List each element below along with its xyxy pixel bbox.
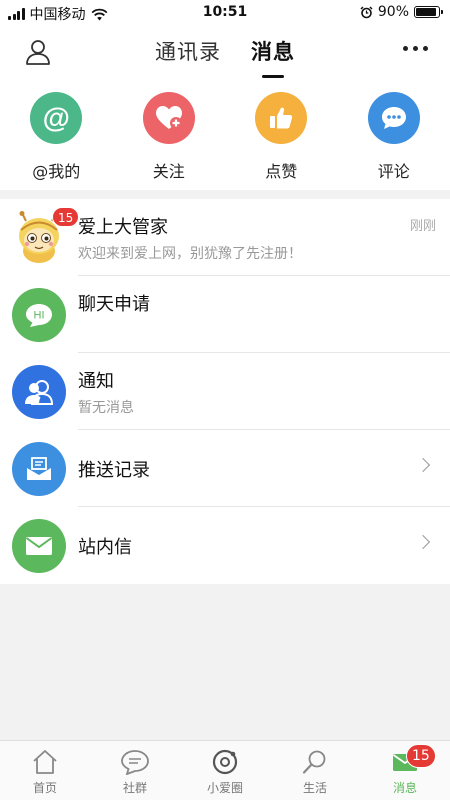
- list-item-push-history[interactable]: 推送记录: [0, 430, 450, 507]
- tab-messages[interactable]: 消息: [251, 36, 295, 80]
- home-icon: [33, 750, 57, 774]
- envelope-icon: [12, 518, 66, 573]
- chevron-right-icon: [415, 534, 431, 550]
- header-tabs: 通讯录 消息: [0, 36, 450, 80]
- message-title: 通知: [78, 371, 114, 392]
- message-list: 15 爱上大管家 欢迎来到爱上网，别犹豫了先注册！ 刚刚 HI 聊天申请 通知 …: [0, 199, 450, 584]
- bottom-nav: 首页 社群 小爱圈 生活 消息 15: [0, 740, 450, 800]
- quick-action-follow[interactable]: 关注: [113, 82, 226, 190]
- nav-home[interactable]: 首页: [0, 741, 90, 800]
- people-icon: [12, 364, 66, 419]
- message-title: 聊天申请: [78, 294, 150, 315]
- battery-percent: 90%: [377, 4, 409, 20]
- heart-plus-icon: [142, 92, 195, 144]
- at-icon: @: [30, 92, 83, 144]
- nav-community[interactable]: 社群: [90, 741, 180, 800]
- nav-life[interactable]: 生活: [270, 741, 360, 800]
- alarm-icon: [360, 5, 373, 18]
- message-title: 站内信: [78, 537, 132, 558]
- message-title: 推送记录: [78, 460, 150, 481]
- search-icon: [302, 750, 326, 774]
- list-item-chat-requests[interactable]: HI 聊天申请: [0, 276, 450, 353]
- list-item-inbox-mail[interactable]: 站内信: [0, 507, 450, 584]
- nav-label: 生活: [302, 781, 327, 795]
- list-item-notifications[interactable]: 通知 暂无消息: [0, 353, 450, 430]
- hi-chat-icon: HI: [12, 287, 66, 342]
- tab-contacts[interactable]: 通讯录: [155, 36, 221, 80]
- quick-actions: @ @我的 关注 点赞 评论: [0, 82, 450, 190]
- user-icon[interactable]: [24, 38, 52, 66]
- carrier-name: 中国移动: [29, 7, 86, 23]
- chevron-right-icon: [415, 457, 431, 473]
- chat-bubble-icon: [121, 750, 149, 775]
- nav-label: 首页: [32, 781, 57, 795]
- nav-circle[interactable]: 小爱圈: [180, 741, 270, 800]
- quick-action-label: 关注: [152, 162, 185, 181]
- quick-action-likes[interactable]: 点赞: [225, 82, 338, 190]
- nav-label: 消息: [392, 781, 417, 795]
- circle-logo-icon: [212, 749, 238, 775]
- message-preview: 暂无消息: [78, 400, 134, 416]
- chat-bubble-icon: [367, 92, 420, 144]
- quick-action-label: @我的: [32, 162, 81, 181]
- status-bar: 中国移动 10:51 90%: [0, 0, 450, 26]
- list-item-butler[interactable]: 15 爱上大管家 欢迎来到爱上网，别犹豫了先注册！ 刚刚: [0, 199, 450, 276]
- unread-badge: 15: [406, 744, 436, 768]
- thumbs-up-icon: [255, 92, 308, 144]
- svg-text:HI: HI: [34, 309, 45, 321]
- nav-messages[interactable]: 消息 15: [360, 741, 450, 800]
- nav-label: 社群: [122, 781, 147, 795]
- wifi-icon: [91, 8, 107, 20]
- quick-action-mentions[interactable]: @ @我的: [0, 82, 113, 190]
- quick-action-label: 点赞: [265, 162, 298, 181]
- message-time: 刚刚: [409, 219, 436, 234]
- unread-badge: 15: [52, 207, 80, 227]
- message-preview: 欢迎来到爱上网，别犹豫了先注册！: [78, 246, 302, 262]
- more-icon[interactable]: [403, 46, 428, 51]
- nav-label: 小爱圈: [206, 781, 243, 795]
- message-title: 爱上大管家: [78, 217, 168, 238]
- quick-action-label: 评论: [377, 162, 410, 181]
- battery-icon: [414, 6, 443, 18]
- signal-icon: [8, 8, 25, 20]
- quick-action-comments[interactable]: 评论: [338, 82, 450, 190]
- inbox-icon: [12, 441, 66, 496]
- top-header: 通讯录 消息: [0, 26, 450, 82]
